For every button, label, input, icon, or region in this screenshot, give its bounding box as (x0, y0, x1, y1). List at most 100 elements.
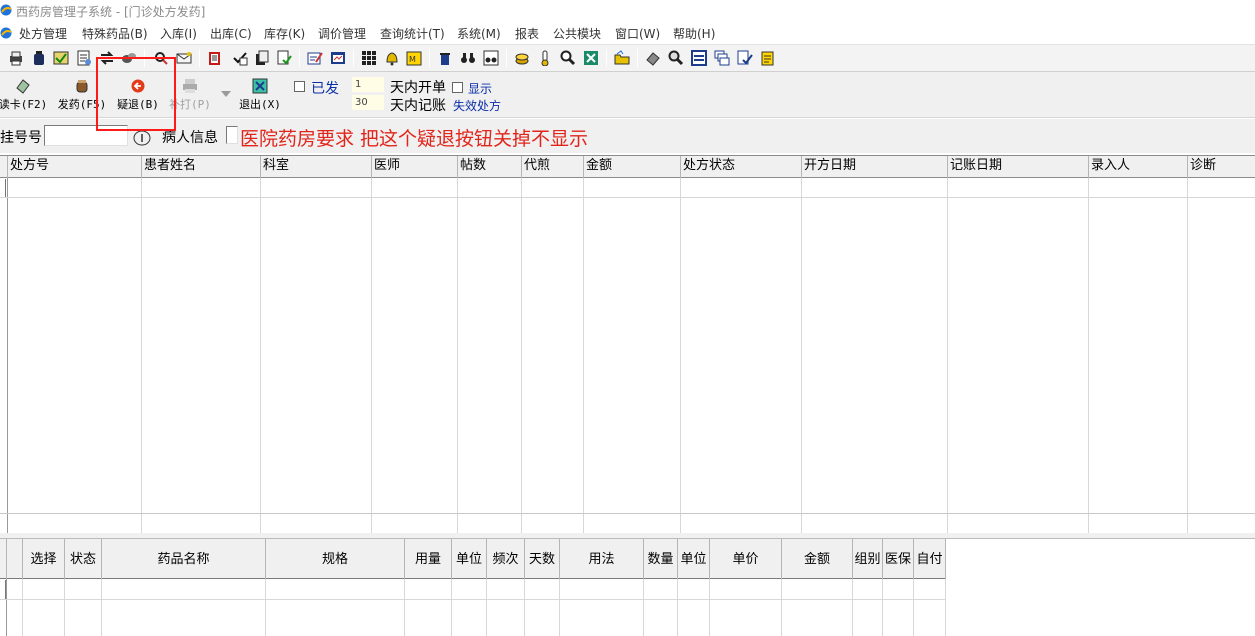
grid-line (781, 579, 782, 636)
copy-doc-icon[interactable] (254, 50, 270, 66)
col-decoction[interactable]: 代煎 (522, 156, 584, 178)
bottle-icon[interactable] (31, 50, 47, 66)
zoom-icon[interactable] (668, 50, 684, 66)
magnifier-icon[interactable] (560, 50, 576, 66)
calendar-icon[interactable]: M (406, 50, 422, 66)
col-diagnosis[interactable]: 诊断 (1188, 156, 1255, 178)
col-account-date[interactable]: 记账日期 (948, 156, 1089, 178)
col-status[interactable]: 状态 (65, 539, 102, 579)
menu-common-module[interactable]: 公共模块 (553, 25, 601, 42)
approve-doc-icon[interactable] (276, 50, 292, 66)
document-icon[interactable] (76, 50, 92, 66)
excel-icon[interactable] (583, 50, 599, 66)
col-frequency[interactable]: 频次 (487, 539, 525, 579)
dispensed-checkbox[interactable] (294, 81, 305, 92)
col-total-amount[interactable]: 金额 (782, 539, 853, 579)
grid-line (404, 579, 405, 636)
col-drug-name[interactable]: 药品名称 (102, 539, 266, 579)
note-icon[interactable] (760, 50, 776, 66)
col-select[interactable]: 选择 (23, 539, 65, 579)
open-days-input[interactable]: 1 (352, 77, 384, 92)
open-folder-icon[interactable] (614, 50, 630, 66)
menu-window[interactable]: 窗口(W) (615, 25, 660, 42)
menu-app-icon[interactable] (0, 26, 12, 40)
action-toolbar: 读卡(F2) 发药(F5) 疑退(B) 补打(P) 退出(X) 已发 1 天内开… (0, 72, 1255, 118)
menu-special-drugs[interactable]: 特殊药品(B) (82, 25, 148, 42)
col-department[interactable]: 科室 (261, 156, 372, 178)
binoculars-window-icon[interactable] (483, 50, 499, 66)
col-self-pay[interactable]: 自付 (914, 539, 946, 579)
read-card-button[interactable]: 读卡(F2) (0, 78, 48, 112)
registration-label: 挂号号 (0, 130, 42, 146)
icon-toolbar: M (0, 44, 1255, 72)
col-amount[interactable]: 金额 (584, 156, 681, 178)
patient-info-field[interactable] (226, 126, 238, 144)
col-specification[interactable]: 规格 (266, 539, 405, 579)
toolbar-separator (506, 49, 507, 67)
detail-row-indicator-header (0, 539, 7, 579)
col-entered-by[interactable]: 录入人 (1089, 156, 1188, 178)
grid-icon[interactable] (361, 50, 377, 66)
check-box-icon[interactable] (53, 50, 69, 66)
exit-button[interactable]: 退出(X) (234, 78, 286, 112)
menu-inventory[interactable]: 库存(K) (264, 25, 305, 42)
edit-form-icon[interactable] (307, 50, 323, 66)
dispensed-label: 已发 (311, 81, 339, 97)
list-view-icon[interactable] (691, 50, 707, 66)
menu-stock-out[interactable]: 出库(C) (210, 25, 252, 42)
col-group[interactable]: 组别 (853, 539, 883, 579)
sign-doc-icon[interactable] (737, 50, 753, 66)
grid-line (6, 579, 7, 636)
table-row[interactable] (0, 599, 946, 600)
grid-line (101, 579, 102, 636)
col-prescribe-date[interactable]: 开方日期 (802, 156, 948, 178)
col-doctor[interactable]: 医师 (372, 156, 458, 178)
menu-prescription[interactable]: 处方管理 (19, 25, 67, 42)
col-prescription-status[interactable]: 处方状态 (681, 156, 802, 178)
chevron-down-icon[interactable] (221, 91, 231, 97)
menu-system[interactable]: 系统(M) (457, 25, 501, 42)
toolbar-separator (353, 49, 354, 67)
grid-line (141, 178, 142, 534)
show-checkbox[interactable] (452, 82, 463, 93)
eraser-icon[interactable] (645, 50, 661, 66)
col-usage[interactable]: 用法 (560, 539, 644, 579)
menu-reports[interactable]: 报表 (515, 25, 539, 42)
checklist-icon[interactable] (232, 50, 248, 66)
info-circle-icon[interactable] (133, 130, 151, 146)
clipboard-icon[interactable] (207, 50, 223, 66)
thermometer-icon[interactable] (537, 50, 553, 66)
col-doses[interactable]: 帖数 (458, 156, 522, 178)
grid-line (0, 513, 1255, 514)
menu-query-stats[interactable]: 查询统计(T) (380, 25, 445, 42)
menu-stock-in[interactable]: 入库(I) (160, 25, 197, 42)
col-unit[interactable]: 单位 (452, 539, 487, 579)
binoculars-icon[interactable] (460, 50, 476, 66)
printer-icon[interactable] (8, 50, 24, 66)
col-unit-price[interactable]: 单价 (710, 539, 782, 579)
col-dosage[interactable]: 用量 (405, 539, 452, 579)
col-insurance[interactable]: 医保 (883, 539, 914, 579)
trash-icon[interactable] (437, 50, 453, 66)
account-days-label: 天内记账 (390, 98, 446, 114)
grid-line (7, 178, 8, 534)
window-chart-icon[interactable] (330, 50, 346, 66)
cascade-windows-icon[interactable] (714, 50, 730, 66)
menu-help[interactable]: 帮助(H) (673, 25, 715, 42)
row-indicator-header (0, 156, 8, 178)
grid-line (680, 178, 681, 534)
table-row[interactable] (0, 197, 1255, 198)
col-unit-2[interactable]: 单位 (678, 539, 710, 579)
highlight-box (96, 57, 176, 131)
bell-icon[interactable] (384, 50, 400, 66)
mail-icon[interactable] (176, 50, 192, 66)
menu-price-adjust[interactable]: 调价管理 (318, 25, 366, 42)
account-days-input[interactable]: 30 (352, 95, 384, 110)
col-prescription-no[interactable]: 处方号 (8, 156, 142, 178)
col-quantity[interactable]: 数量 (644, 539, 678, 579)
col-days[interactable]: 天数 (525, 539, 560, 579)
grid-line (371, 178, 372, 534)
coins-icon[interactable] (514, 50, 530, 66)
grid-line (583, 178, 584, 534)
col-patient-name[interactable]: 患者姓名 (142, 156, 261, 178)
